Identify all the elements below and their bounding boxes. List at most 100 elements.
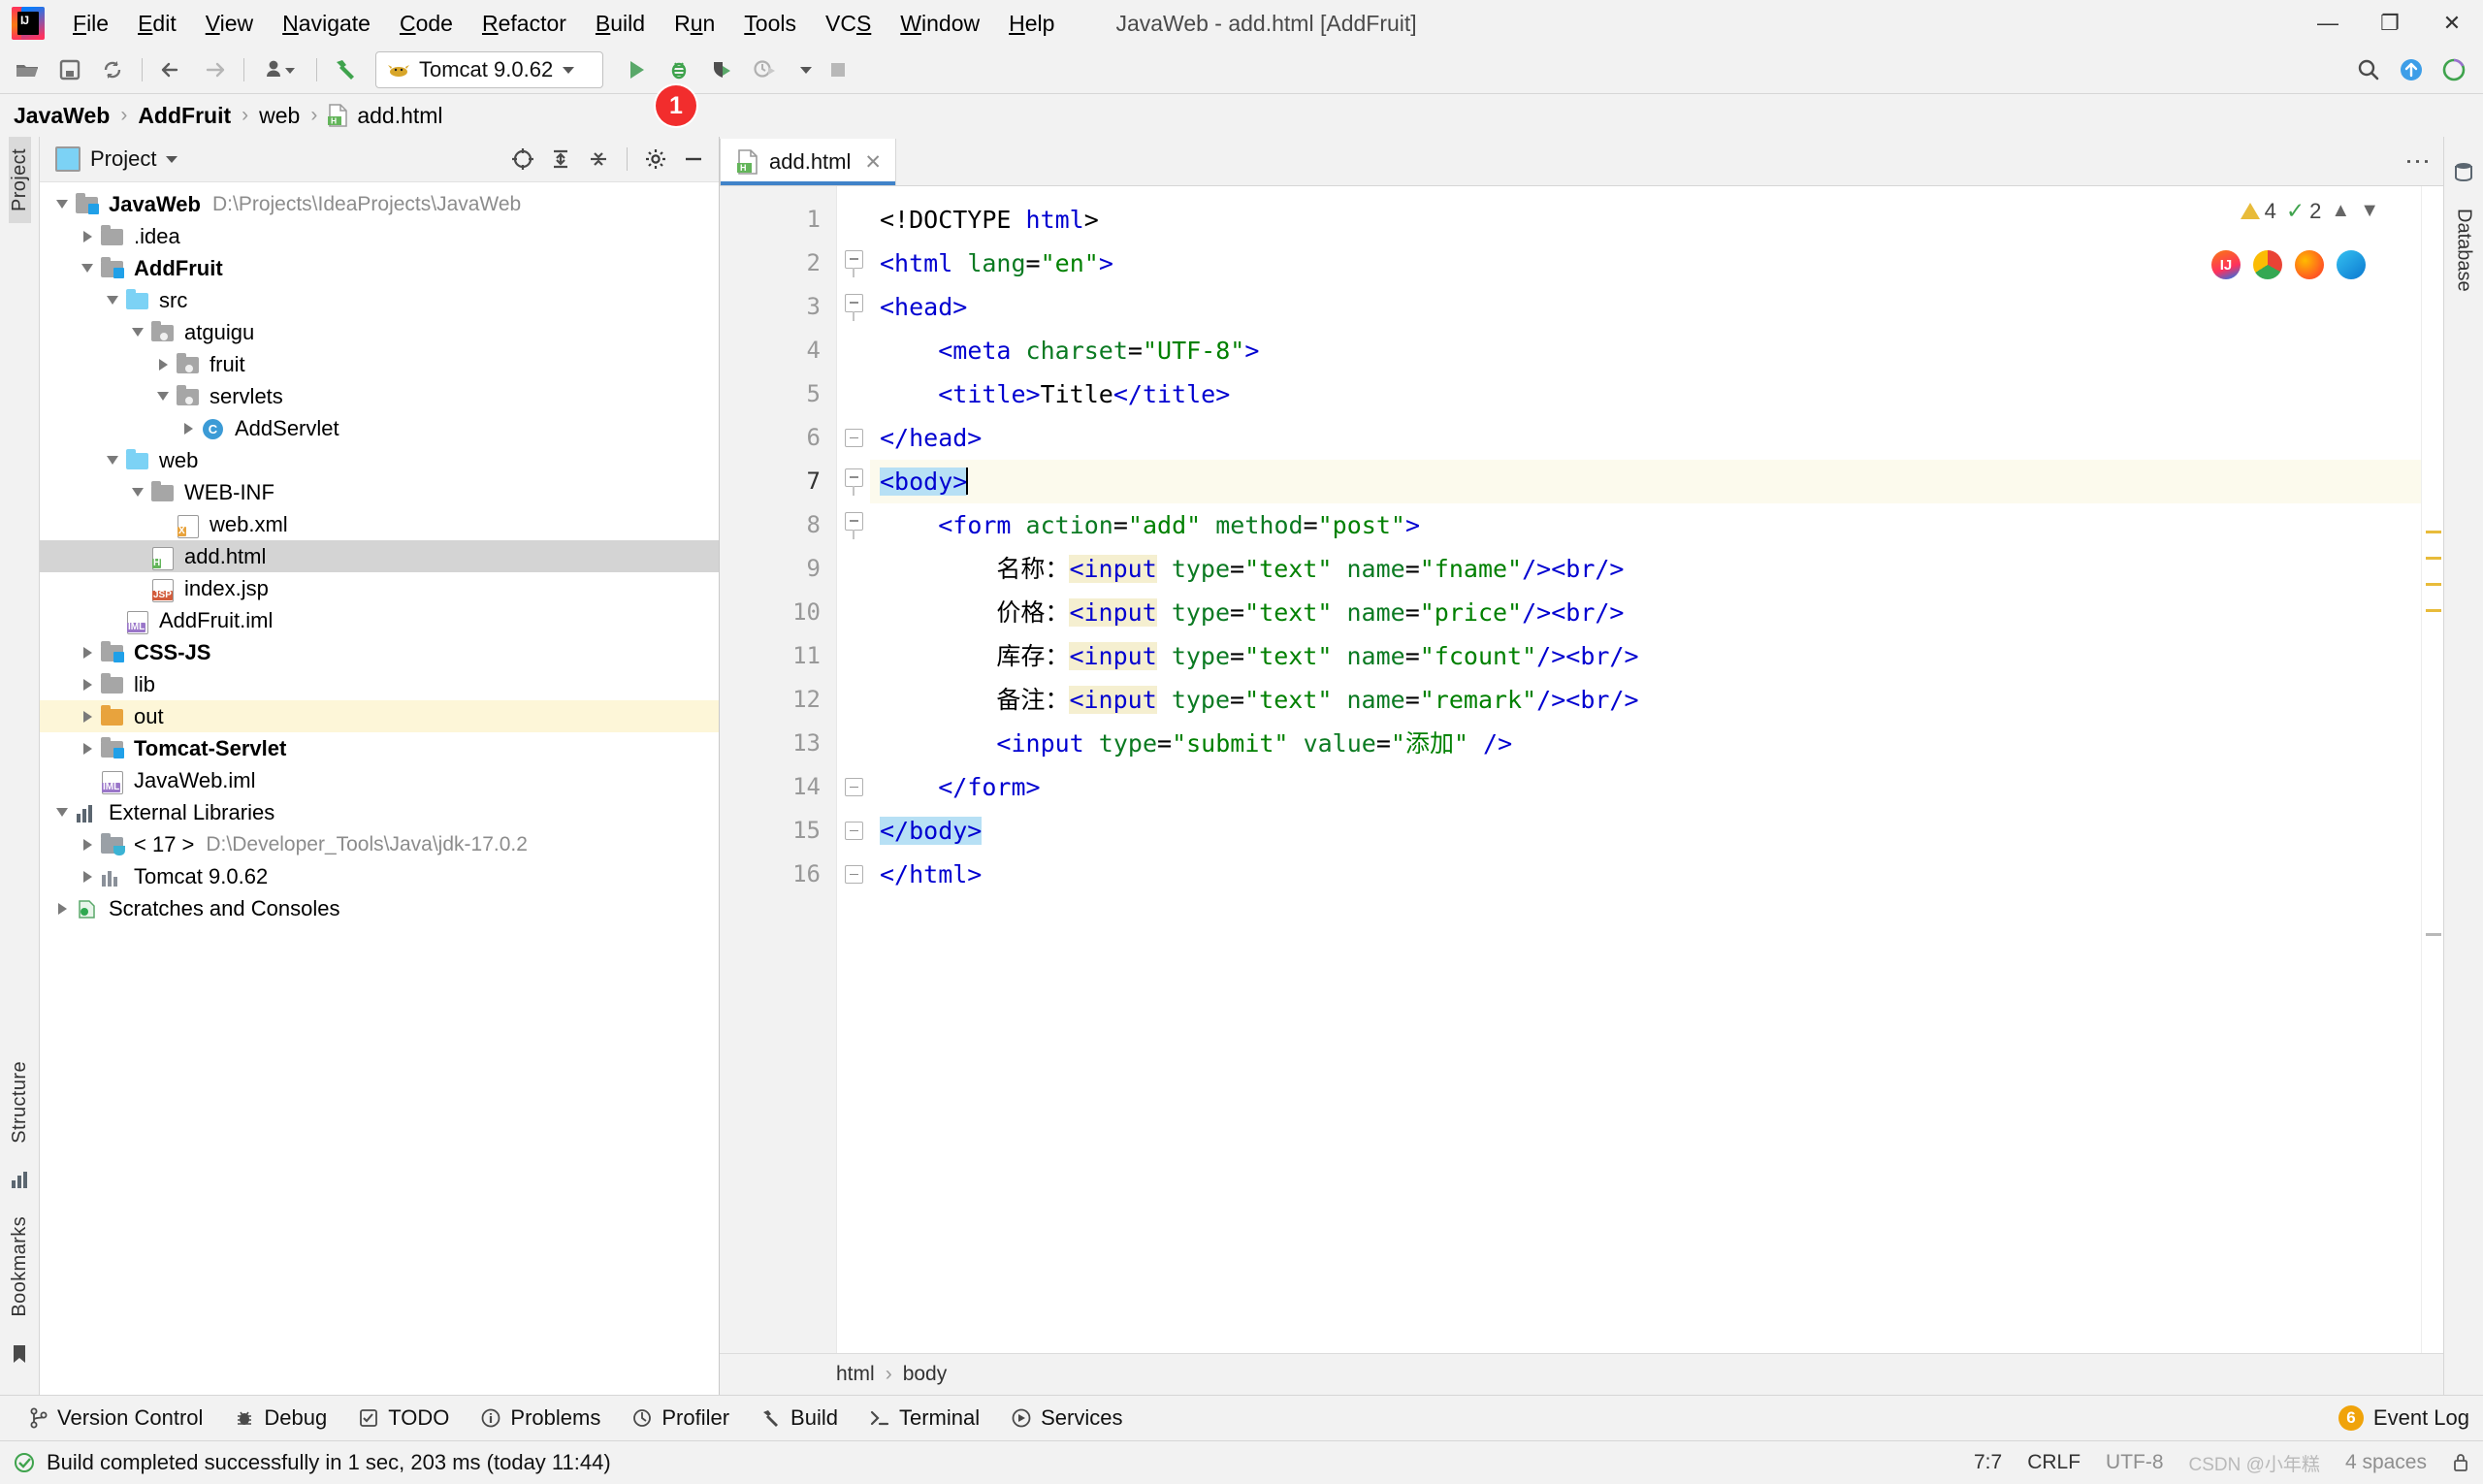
code-line[interactable]: 价格：<input type="text" name="price"/><br/… [870,591,2421,634]
tree-node-lib[interactable]: lib [40,668,719,700]
weak-warning-count[interactable]: ✓ 2 [2286,198,2322,224]
tree-node-addservlet[interactable]: CAddServlet [40,412,719,444]
breadcrumb-item-javaweb[interactable]: JavaWeb [14,103,110,129]
tree-node-fruit[interactable]: fruit [40,348,719,380]
code-line[interactable]: <meta charset="UTF-8"> [870,329,2421,372]
collapse-fold-icon[interactable] [845,512,863,531]
chevron-right-icon[interactable] [83,839,92,851]
chevron-down-icon[interactable] [157,392,169,401]
tree-node---17--[interactable]: < 17 >D:\Developer_Tools\Java\jdk-17.0.2 [40,828,719,860]
fold-marker[interactable] [837,634,870,678]
collapse-all-icon[interactable] [581,143,616,176]
tree-node-atguigu[interactable]: atguigu [40,316,719,348]
fold-marker[interactable] [837,547,870,591]
chevron-down-icon[interactable] [132,328,144,337]
fold-marker[interactable] [837,591,870,634]
project-view-chevron-down-icon[interactable] [166,156,177,163]
tool-window-debug[interactable]: Debug [218,1402,342,1435]
rail-tab-database[interactable]: Database [2453,197,2475,304]
chevron-down-icon[interactable] [56,808,68,817]
code-line[interactable]: <head> [870,285,2421,329]
caret-position[interactable]: 7:7 [1974,1451,2002,1474]
prev-problem-icon[interactable]: ▲ [2331,200,2350,222]
menu-item-build[interactable]: Build [581,7,660,41]
tree-node-src[interactable]: src [40,284,719,316]
fold-marker[interactable] [837,765,870,809]
code-line[interactable]: </form> [870,765,2421,809]
minimize-button[interactable]: — [2297,0,2359,47]
chevron-right-icon[interactable] [83,871,92,883]
chevron-right-icon[interactable] [83,231,92,242]
menu-item-window[interactable]: Window [886,7,994,41]
tree-twisty[interactable] [75,231,100,242]
menu-item-help[interactable]: Help [994,7,1069,41]
code-line[interactable]: 库存：<input type="text" name="fcount"/><br… [870,634,2421,678]
select-opened-file-icon[interactable] [505,143,540,176]
tree-twisty[interactable] [75,679,100,691]
menu-item-navigate[interactable]: Navigate [268,7,385,41]
indent-setting[interactable]: 4 spaces [2345,1451,2427,1474]
run-with-coverage-button[interactable] [702,51,741,88]
collapse-fold-icon[interactable] [845,250,863,269]
menu-item-file[interactable]: File [58,7,123,41]
tool-window-profiler[interactable]: Profiler [616,1402,745,1435]
fold-marker[interactable] [837,242,870,285]
chevron-right-icon[interactable] [184,423,193,435]
maximize-button[interactable]: ❐ [2359,0,2421,47]
tree-twisty[interactable] [75,647,100,659]
next-problem-icon[interactable]: ▼ [2360,200,2379,222]
collapse-fold-icon[interactable] [845,429,863,447]
code-line[interactable]: <input type="submit" value="添加" /> [870,722,2421,765]
ide-assistant-icon[interactable] [2435,51,2473,88]
tree-node-web-inf[interactable]: WEB-INF [40,476,719,508]
code-line[interactable]: </head> [870,416,2421,460]
code-content[interactable]: <!DOCTYPE html><html lang="en"><head> <m… [870,186,2421,1353]
fold-marker[interactable] [837,416,870,460]
tree-node-javaweb[interactable]: JavaWebD:\Projects\IdeaProjects\JavaWeb [40,188,719,220]
tool-window-version-control[interactable]: Version Control [14,1402,218,1435]
tree-twisty[interactable] [100,456,125,465]
code-editor[interactable]: 12345678910111213141516 <!DOCTYPE html><… [720,186,2443,1353]
file-encoding[interactable]: UTF-8 [2106,1451,2164,1474]
tree-node-web-xml[interactable]: Xweb.xml [40,508,719,540]
tree-node-javaweb-iml[interactable]: IMLJavaWeb.iml [40,764,719,796]
tree-node--idea[interactable]: .idea [40,220,719,252]
chevron-down-icon[interactable] [107,296,118,305]
code-line[interactable]: <body> [870,460,2421,503]
sync-icon[interactable] [93,51,132,88]
fold-marker[interactable] [837,809,870,853]
updates-icon[interactable] [2392,51,2431,88]
rail-tab-bookmarks[interactable]: Bookmarks [9,1205,31,1329]
code-line[interactable]: 备注：<input type="text" name="remark"/><br… [870,678,2421,722]
tree-twisty[interactable] [75,264,100,273]
menu-item-refactor[interactable]: Refactor [468,7,581,41]
tree-twisty[interactable] [75,839,100,851]
chrome-icon[interactable] [2253,250,2282,279]
tool-window-services[interactable]: Services [995,1402,1138,1435]
tool-window-terminal[interactable]: Terminal [854,1402,995,1435]
more-options-icon[interactable]: ⋮ [2406,149,2432,176]
tree-node-addfruit-iml[interactable]: IMLAddFruit.iml [40,604,719,636]
tree-twisty[interactable] [75,743,100,755]
chevron-right-icon[interactable] [159,359,168,371]
collapse-fold-icon[interactable] [845,468,863,487]
rail-tab-structure[interactable]: Structure [9,1049,31,1155]
open-folder-icon[interactable] [8,51,47,88]
collapse-fold-icon[interactable] [845,778,863,796]
tree-twisty[interactable] [176,423,201,435]
run-configuration-selector[interactable]: Tomcat 9.0.62 [375,51,603,88]
warning-count[interactable]: 4 [2241,199,2276,224]
collapse-fold-icon[interactable] [845,865,863,884]
inspection-widget[interactable]: 4 ✓ 2 ▲ ▼ [2241,198,2379,224]
editor-breadcrumb-html[interactable]: html [836,1363,875,1386]
navigate-back-icon[interactable] [152,51,191,88]
code-line[interactable]: <!DOCTYPE html> [870,198,2421,242]
menu-item-tools[interactable]: Tools [729,7,811,41]
tree-twisty[interactable] [49,808,75,817]
rail-tab-project[interactable]: Project [9,137,31,223]
chevron-right-icon[interactable] [58,903,67,915]
tree-node-add-html[interactable]: Hadd.html [40,540,719,572]
fold-marker[interactable] [837,853,870,896]
code-line[interactable]: </html> [870,853,2421,896]
chevron-down-icon[interactable] [56,200,68,209]
